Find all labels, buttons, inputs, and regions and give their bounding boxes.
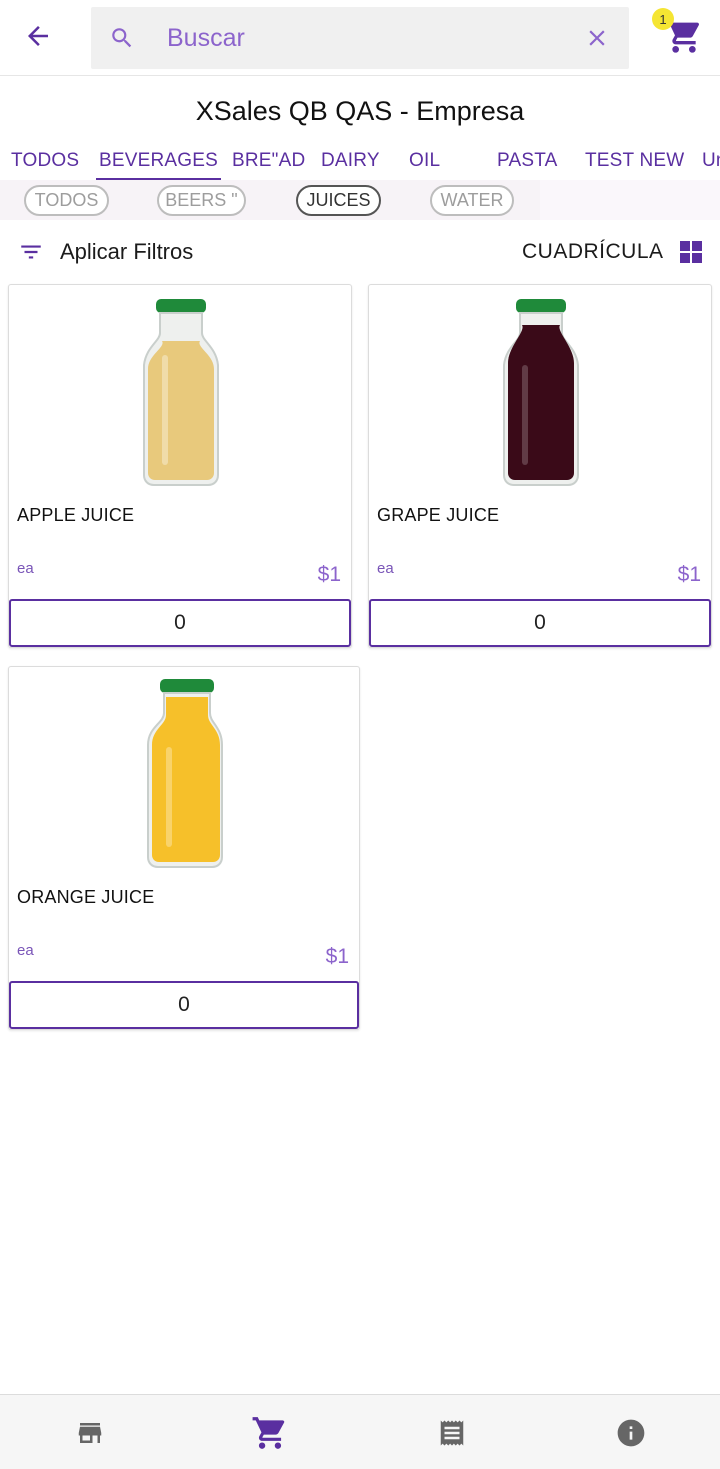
product-name: APPLE JUICE	[17, 505, 135, 525]
apply-filters-label: Aplicar Filtros	[60, 239, 194, 264]
nav-info[interactable]	[611, 1413, 651, 1453]
cart-button[interactable]: 1	[652, 8, 706, 58]
cart-icon	[252, 1417, 285, 1449]
nav-store[interactable]	[70, 1413, 110, 1453]
nav-receipts[interactable]	[432, 1413, 472, 1453]
product-unit: ea	[17, 560, 34, 577]
search-input[interactable]	[167, 19, 557, 57]
category-tabs: TODOS BEVERAGES BRE"AD DAIRY OIL PASTA T…	[0, 144, 720, 180]
product-unit: ea	[377, 560, 394, 577]
product-unit: ea	[17, 942, 34, 959]
quantity-field[interactable]: 0	[9, 599, 351, 647]
product-price: $1	[317, 563, 341, 586]
chip-juices[interactable]: JUICES	[296, 185, 381, 216]
juice-bottle-image	[503, 299, 579, 486]
chip-todos[interactable]: TODOS	[24, 185, 109, 216]
filter-icon	[21, 245, 41, 259]
tab-un[interactable]: Un	[702, 150, 720, 172]
product-price: $1	[325, 945, 349, 968]
product-image	[9, 677, 359, 871]
tab-pasta[interactable]: PASTA	[497, 150, 557, 172]
quantity-field[interactable]: 0	[369, 599, 711, 647]
product-card[interactable]: ORANGE JUICE ea $1 0	[8, 666, 360, 1030]
product-card[interactable]: GRAPE JUICE ea $1 0	[368, 284, 712, 648]
tab-oil[interactable]: OIL	[409, 150, 440, 172]
product-name: GRAPE JUICE	[377, 505, 500, 525]
apply-filters-button[interactable]: Aplicar Filtros	[18, 236, 193, 268]
juice-bottle-image	[143, 299, 219, 486]
view-mode-toggle[interactable]: CUADRÍCULA	[522, 236, 702, 268]
tab-beverages[interactable]: BEVERAGES	[96, 150, 222, 180]
tab-bread[interactable]: BRE"AD	[232, 150, 305, 172]
search-icon	[112, 28, 132, 48]
company-title: XSales QB QAS - Empresa	[195, 96, 525, 126]
info-icon	[617, 1419, 645, 1447]
quantity-field[interactable]: 0	[9, 981, 359, 1029]
tab-test-new[interactable]: TEST NEW	[585, 150, 684, 172]
tab-dairy[interactable]: DAIRY	[321, 150, 380, 172]
cart-count-badge: 1	[652, 8, 674, 30]
chip-water[interactable]: WATER	[430, 185, 514, 216]
search-bar	[91, 7, 629, 69]
store-icon	[78, 1423, 102, 1443]
receipt-icon	[440, 1420, 464, 1446]
product-name: ORANGE JUICE	[17, 887, 155, 907]
top-app-bar: 1	[0, 0, 720, 76]
bottom-navigation	[0, 1394, 720, 1469]
back-button[interactable]	[20, 18, 56, 54]
close-icon[interactable]	[584, 25, 610, 51]
chip-beers[interactable]: BEERS "	[157, 185, 246, 216]
product-image	[369, 295, 711, 489]
subcategory-chips: TODOS BEERS " JUICES WATER	[0, 180, 720, 220]
juice-fill	[148, 341, 214, 480]
grid-view-icon	[679, 241, 702, 263]
product-price: $1	[677, 563, 701, 586]
juice-fill	[508, 325, 574, 480]
product-image	[9, 295, 351, 489]
arrow-left-icon	[28, 26, 48, 46]
view-mode-label: CUADRÍCULA	[522, 240, 664, 263]
product-card[interactable]: APPLE JUICE ea $1 0	[8, 284, 352, 648]
tab-todos[interactable]: TODOS	[11, 150, 79, 172]
juice-bottle-image	[147, 679, 223, 868]
nav-cart[interactable]	[250, 1413, 290, 1453]
